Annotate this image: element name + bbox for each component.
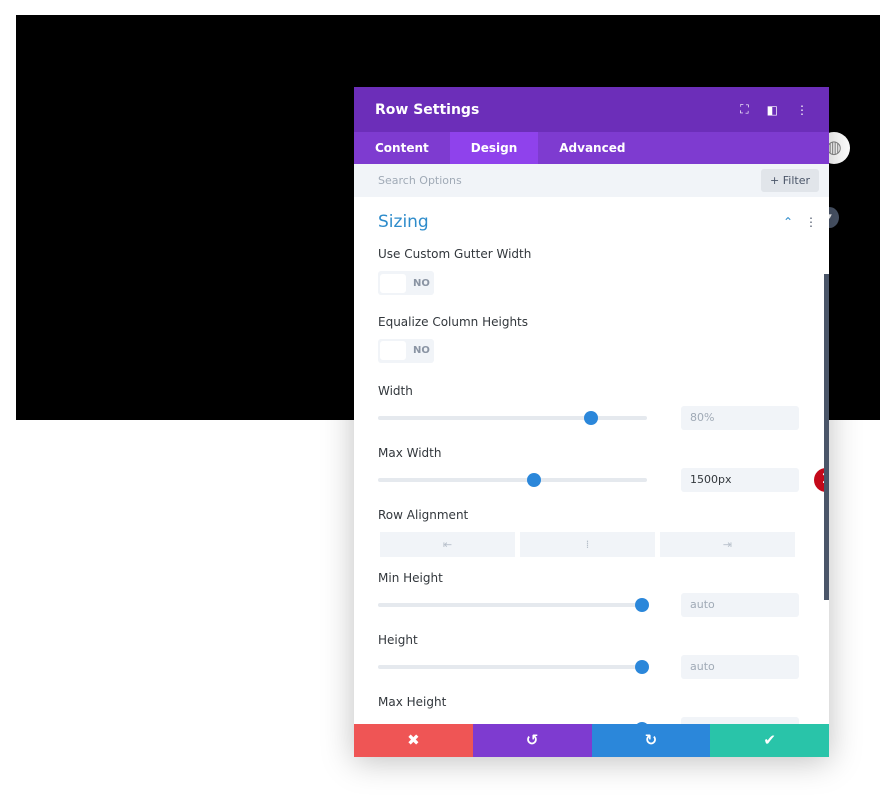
- slider-thumb[interactable]: [583, 411, 598, 425]
- settings-body: Sizing ⌃ ⋮ Use Custom Gutter Width NO Eq…: [354, 197, 829, 741]
- search-input[interactable]: Search Options: [378, 174, 761, 187]
- tab-design[interactable]: Design: [449, 132, 539, 164]
- section-menu-icon[interactable]: ⋮: [805, 215, 817, 229]
- slider-thumb[interactable]: [527, 473, 542, 487]
- row-alignment-options: ⇤ ⁞ ⇥: [380, 532, 805, 557]
- field-label: Row Alignment: [378, 508, 469, 522]
- filter-button[interactable]: + Filter: [761, 169, 819, 192]
- section-header-sizing[interactable]: Sizing ⌃ ⋮: [378, 197, 817, 247]
- row-settings-modal: Row Settings ⛶ ◧ ⋮ Content Design Advanc…: [354, 87, 829, 757]
- align-left-button[interactable]: ⇤: [380, 532, 515, 557]
- chevron-up-icon[interactable]: ⌃: [783, 215, 793, 229]
- search-bar: Search Options + Filter: [354, 164, 829, 197]
- undo-button[interactable]: ↺: [472, 724, 592, 757]
- modal-title: Row Settings: [375, 101, 480, 118]
- width-input[interactable]: 80%: [681, 406, 799, 430]
- redo-button[interactable]: ↻: [591, 724, 711, 757]
- tab-bar: Content Design Advanced: [354, 132, 829, 164]
- more-icon[interactable]: ⋮: [796, 103, 808, 117]
- tab-content[interactable]: Content: [354, 132, 450, 164]
- scrollbar[interactable]: [824, 274, 829, 600]
- toggle-state: NO: [413, 277, 430, 289]
- min-height-input[interactable]: auto: [681, 593, 799, 617]
- min-height-slider[interactable]: [378, 598, 649, 612]
- field-label: Equalize Column Heights: [378, 314, 529, 329]
- slider-thumb[interactable]: [634, 660, 649, 674]
- toggle-state: NO: [413, 345, 430, 356]
- cancel-button[interactable]: ✖: [354, 724, 473, 757]
- tab-advanced[interactable]: Advanced: [538, 132, 646, 164]
- gutter-toggle[interactable]: NO: [378, 271, 434, 295]
- split-view-icon[interactable]: ◧: [767, 103, 778, 117]
- width-slider[interactable]: [378, 411, 647, 425]
- modal-footer: ✖ ↺ ↻ ✔: [354, 724, 829, 757]
- section-title: Sizing: [378, 212, 429, 232]
- equalize-toggle[interactable]: NO: [378, 338, 434, 363]
- modal-header: Row Settings ⛶ ◧ ⋮: [354, 87, 829, 132]
- align-right-button[interactable]: ⇥: [660, 532, 795, 557]
- height-slider[interactable]: [378, 660, 649, 674]
- max-width-input[interactable]: 1500px: [681, 468, 799, 492]
- slider-thumb[interactable]: [634, 598, 649, 612]
- max-width-slider[interactable]: [378, 473, 647, 487]
- fullscreen-icon[interactable]: ⛶: [740, 102, 748, 117]
- save-button[interactable]: ✔: [710, 724, 829, 757]
- field-label: Use Custom Gutter Width: [378, 247, 532, 261]
- height-input[interactable]: auto: [681, 655, 799, 679]
- align-center-button[interactable]: ⁞: [520, 532, 655, 557]
